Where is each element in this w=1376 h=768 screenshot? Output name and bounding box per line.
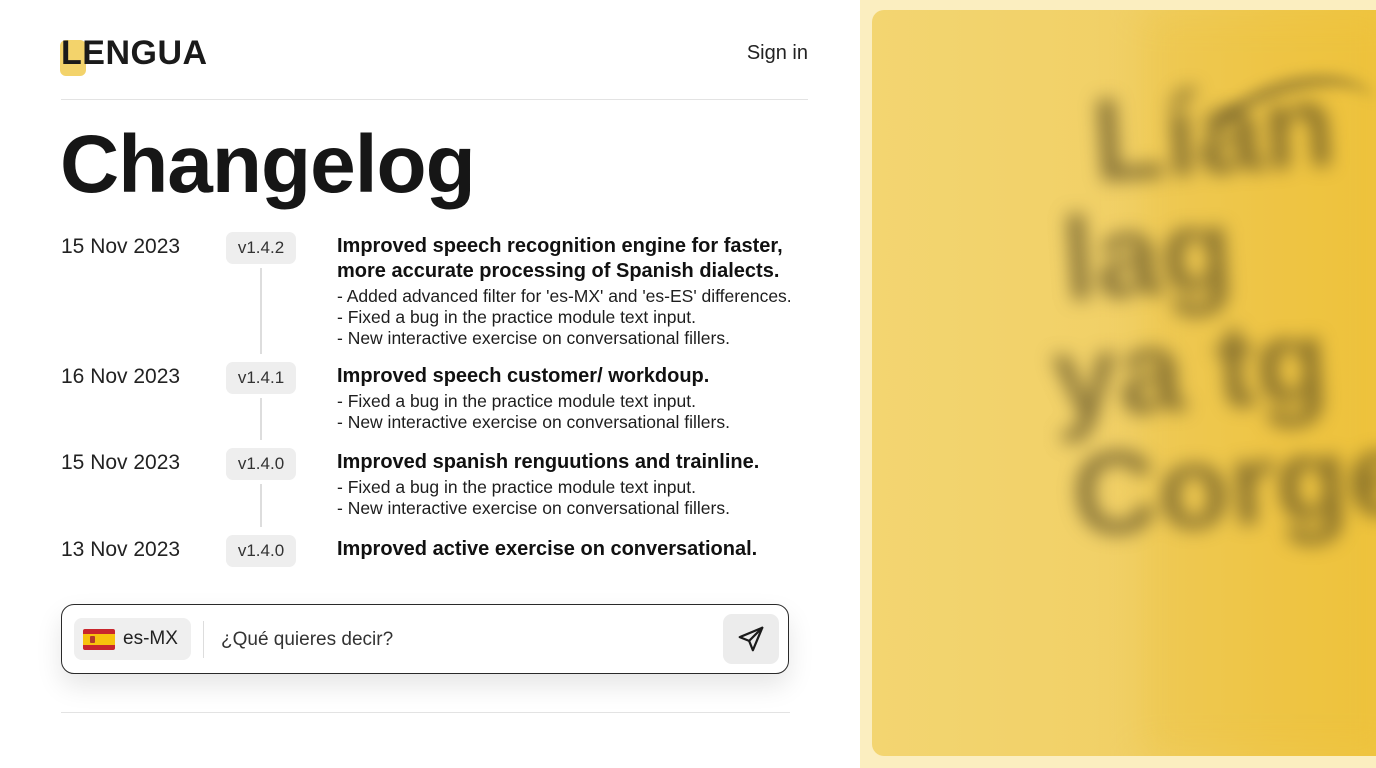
logo-text[interactable]: LENGUA (61, 34, 208, 72)
entry-bullet: - New interactive exercise on conversati… (337, 328, 730, 348)
entry-bullet-list: - Fixed a bug in the practice module tex… (337, 391, 857, 433)
entry-title-line: Improved active exercise on conversation… (337, 538, 758, 560)
header: LENGUA Sign in (60, 30, 808, 80)
entry-bullet-list: - Fixed a bug in the practice module tex… (337, 477, 857, 519)
entry-title: Improved active exercise on conversation… (337, 537, 857, 562)
timeline-connector (260, 268, 262, 354)
send-button[interactable] (723, 614, 779, 664)
entry-title-line: Improved spanish renguutions and trainli… (337, 451, 760, 473)
blurred-text-line: lag (1057, 182, 1238, 327)
entry-bullet: - Fixed a bug in the practice module tex… (337, 477, 696, 497)
entry-date: 16 Nov 2023 (61, 365, 181, 388)
message-composer: es-MX (61, 604, 789, 674)
entry-bullet: - Added advanced filter for 'es-MX' and … (337, 286, 792, 306)
entry-date: 15 Nov 2023 (61, 451, 181, 474)
version-badge: v1.4.0 (226, 535, 296, 567)
entry-bullet: - Fixed a bug in the practice module tex… (337, 307, 696, 327)
language-label: es-MX (123, 628, 178, 649)
blurred-lettering: Lían lag ya tg Corge (1048, 59, 1376, 670)
entry-title: Improved speech recognition engine for f… (337, 234, 857, 284)
entry-date: 13 Nov 2023 (61, 538, 181, 561)
entry-title: Improved spanish renguutions and trainli… (337, 450, 857, 475)
entry-title: Improved speech customer/ workdoup. (337, 364, 857, 389)
main-panel: LENGUA Sign in Changelog 15 Nov 2023 v1.… (0, 0, 860, 768)
entry-bullet: - New interactive exercise on conversati… (337, 498, 730, 518)
message-input[interactable] (219, 623, 713, 657)
entry-bullet: - Fixed a bug in the practice module tex… (337, 391, 696, 411)
header-divider (61, 99, 808, 100)
composer-divider (203, 621, 204, 658)
entry-title-line: more accurate processing of Spanish dial… (337, 260, 780, 282)
version-badge: v1.4.1 (226, 362, 296, 394)
send-icon (738, 626, 764, 652)
spain-flag-icon (83, 629, 115, 650)
timeline-connector (260, 398, 262, 440)
entry-body: Improved speech recognition engine for f… (337, 234, 857, 349)
entry-date: 15 Nov 2023 (61, 235, 181, 258)
blurred-text-line: Corge (1067, 406, 1376, 563)
timeline-connector (260, 484, 262, 527)
entry-title-line: Improved speech recognition engine for f… (337, 235, 783, 257)
entry-body: Improved speech customer/ workdoup. - Fi… (337, 364, 857, 433)
entry-body: Improved spanish renguutions and trainli… (337, 450, 857, 519)
entry-body: Improved active exercise on conversation… (337, 537, 857, 562)
sign-in-link[interactable]: Sign in (747, 42, 808, 65)
hero-illustration: Lían lag ya tg Corge (872, 10, 1376, 756)
entry-title-line: Improved speech customer/ workdoup. (337, 365, 710, 387)
art-panel: Lían lag ya tg Corge (860, 0, 1376, 768)
logo[interactable]: LENGUA (60, 34, 208, 76)
version-badge: v1.4.2 (226, 232, 296, 264)
entry-bullet-list: - Added advanced filter for 'es-MX' and … (337, 286, 857, 349)
blurred-text-line: Lían (1087, 58, 1340, 208)
page-title: Changelog (60, 119, 476, 210)
language-selector[interactable]: es-MX (74, 618, 191, 660)
footer-divider (61, 712, 790, 713)
version-badge: v1.4.0 (226, 448, 296, 480)
entry-bullet: - New interactive exercise on conversati… (337, 412, 730, 432)
